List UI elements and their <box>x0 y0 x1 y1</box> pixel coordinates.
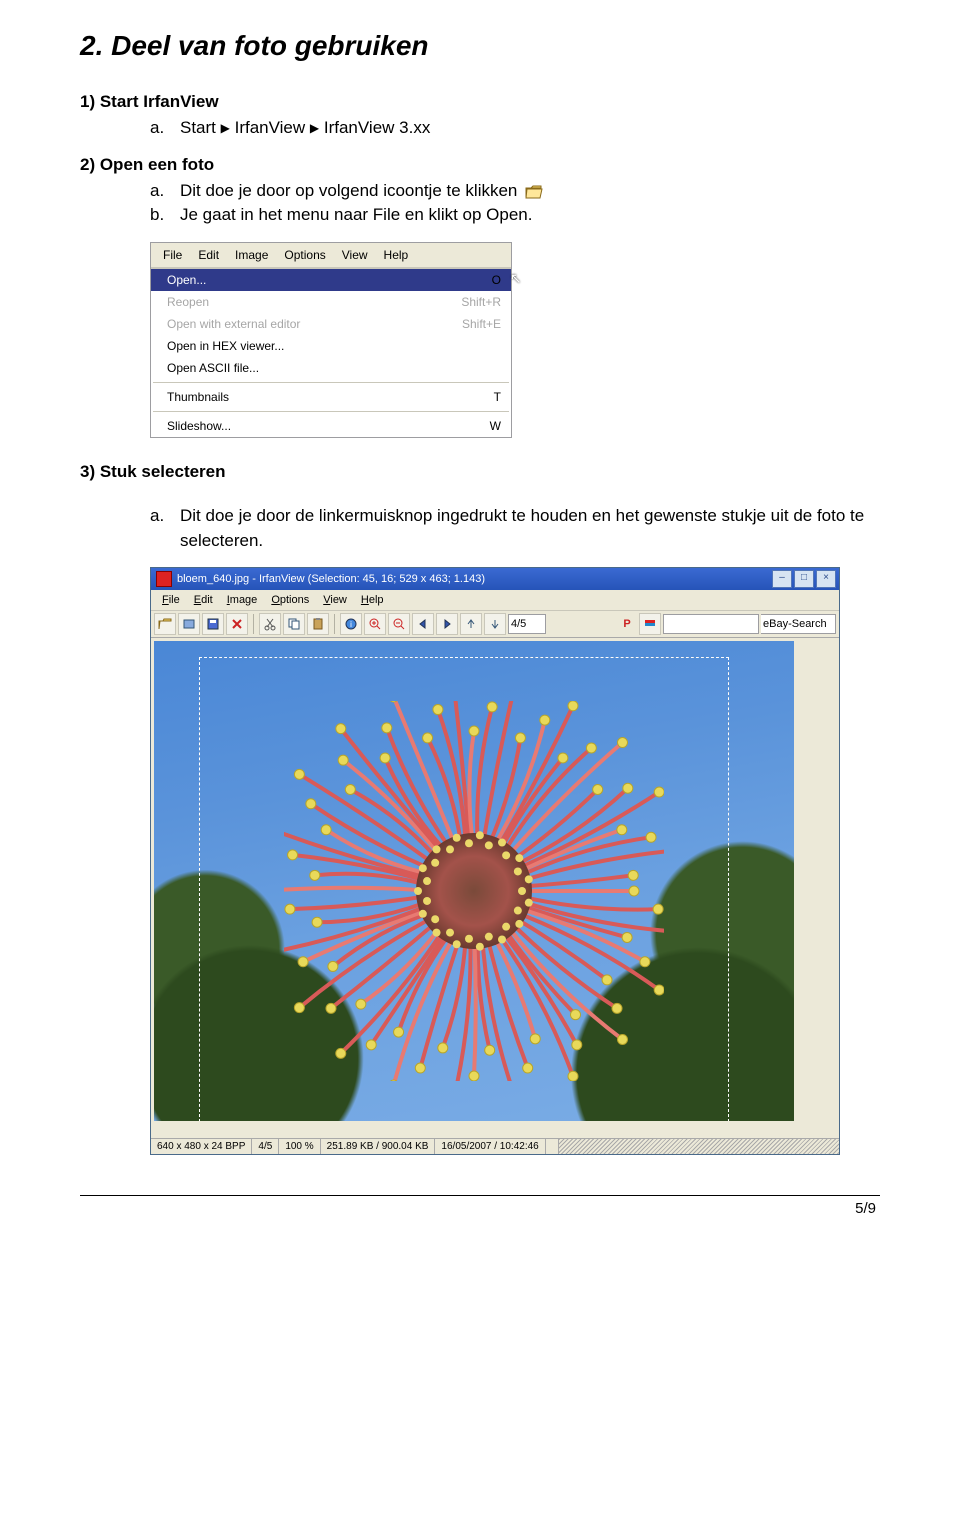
svg-text:i: i <box>350 620 352 629</box>
menu-item[interactable]: Open ASCII file... <box>151 357 511 379</box>
section-title: 2. Deel van foto gebruiken <box>80 30 880 62</box>
menu-item[interactable]: ThumbnailsT <box>151 386 511 408</box>
menu-item-label: Open... <box>167 273 480 287</box>
menu-item-shortcut: W <box>490 419 501 433</box>
menu-help[interactable]: Help <box>376 246 417 264</box>
menu-view[interactable]: View <box>334 246 376 264</box>
irfanview-window: bloem_640.jpg - IrfanView (Selection: 45… <box>150 567 840 1155</box>
step3-heading: 3) Stuk selecteren <box>80 462 880 482</box>
status-date: 16/05/2007 / 10:42:46 <box>435 1139 545 1154</box>
menu-item-label: Open with external editor <box>167 317 462 331</box>
copy-icon[interactable] <box>283 613 305 635</box>
menu-item-shortcut: O <box>492 273 501 287</box>
app-icon <box>156 571 172 587</box>
app-menu-help[interactable]: Help <box>354 592 391 608</box>
ebay-search-button[interactable]: eBay-Search <box>761 614 836 634</box>
menu-item-label: Thumbnails <box>167 390 494 404</box>
menu-item: ReopenShift+R <box>151 291 511 313</box>
window-title: bloem_640.jpg - IrfanView (Selection: 45… <box>177 573 772 585</box>
triangle-icon: ▶ <box>310 121 319 135</box>
step3-a-text: Dit doe je door de linkermuisknop ingedr… <box>180 504 880 553</box>
app-menu-view[interactable]: View <box>316 592 354 608</box>
prev-page-icon[interactable] <box>460 613 482 635</box>
file-menu-popup: Open...↖OReopenShift+ROpen with external… <box>151 268 511 437</box>
app-menu-image[interactable]: Image <box>220 592 265 608</box>
photo <box>154 641 794 1121</box>
status-size: 251.89 KB / 900.04 KB <box>321 1139 436 1154</box>
paste-icon[interactable] <box>307 613 329 635</box>
menu-image[interactable]: Image <box>227 246 276 264</box>
step2-a-label: a. <box>150 179 172 204</box>
info-icon[interactable]: i <box>340 613 362 635</box>
menu-item: Open with external editorShift+E <box>151 313 511 335</box>
zoom-in-icon[interactable] <box>364 613 386 635</box>
close-button[interactable]: × <box>816 570 836 588</box>
app-menu-edit[interactable]: Edit <box>187 592 220 608</box>
next-page-icon[interactable] <box>484 613 506 635</box>
step2-heading: 2) Open een foto <box>80 155 880 175</box>
status-page: 4/5 <box>252 1139 279 1154</box>
step2-b-text: Je gaat in het menu naar File en klikt o… <box>180 203 532 228</box>
status-zoom: 100 % <box>279 1139 320 1154</box>
app-menu-bar: File Edit Image Options View Help <box>151 590 839 611</box>
toolbar: i 4/5 P eBay-Search <box>151 611 839 638</box>
save-icon[interactable] <box>202 613 224 635</box>
p-button[interactable]: P <box>617 614 637 634</box>
minimize-button[interactable]: – <box>772 570 792 588</box>
page-footer: 5/9 <box>80 1195 880 1217</box>
cut-icon[interactable] <box>259 613 281 635</box>
file-menu-screenshot: File Edit Image Options View Help Open..… <box>150 242 512 438</box>
triangle-icon: ▶ <box>221 121 230 135</box>
flower-illustration <box>284 701 664 1081</box>
menu-item-label: Reopen <box>167 295 461 309</box>
zoom-out-icon[interactable] <box>388 613 410 635</box>
step2-a-text: Dit doe je door op volgend icoontje te k… <box>180 179 543 204</box>
next-icon[interactable] <box>436 613 458 635</box>
menu-options[interactable]: Options <box>276 246 333 264</box>
app-menu-options[interactable]: Options <box>264 592 316 608</box>
open-folder-icon <box>525 183 543 199</box>
maximize-button[interactable]: □ <box>794 570 814 588</box>
menu-item-label: Open in HEX viewer... <box>167 339 501 353</box>
menu-item-shortcut: Shift+E <box>462 317 501 331</box>
menu-edit[interactable]: Edit <box>190 246 227 264</box>
menu-item[interactable]: Open in HEX viewer... <box>151 335 511 357</box>
step2-b-label: b. <box>150 203 172 228</box>
flag-icon[interactable] <box>639 613 661 635</box>
prev-icon[interactable] <box>412 613 434 635</box>
menu-separator <box>153 411 509 412</box>
open-icon[interactable] <box>154 613 176 635</box>
delete-icon[interactable] <box>226 613 248 635</box>
step1-a-text: Start ▶ IrfanView ▶ IrfanView 3.xx <box>180 116 430 141</box>
menu-bar: File Edit Image Options View Help <box>151 243 511 268</box>
menu-item-shortcut: T <box>494 390 501 404</box>
menu-item-label: Slideshow... <box>167 419 490 433</box>
image-canvas[interactable] <box>151 638 839 1138</box>
menu-file[interactable]: File <box>155 246 190 264</box>
ebay-search-field[interactable] <box>663 614 759 634</box>
step1-a-label: a. <box>150 116 172 141</box>
status-dims: 640 x 480 x 24 BPP <box>151 1139 252 1154</box>
menu-item-shortcut: Shift+R <box>461 295 501 309</box>
menu-item-label: Open ASCII file... <box>167 361 501 375</box>
scan-icon[interactable] <box>178 613 200 635</box>
menu-item[interactable]: Open...↖O <box>151 269 511 291</box>
page-indicator[interactable]: 4/5 <box>508 614 546 634</box>
cursor-icon: ↖ <box>510 270 522 287</box>
title-bar: bloem_640.jpg - IrfanView (Selection: 45… <box>151 568 839 590</box>
menu-item[interactable]: Slideshow...W <box>151 415 511 437</box>
step1-heading: 1) Start IrfanView <box>80 92 880 112</box>
menu-separator <box>153 382 509 383</box>
status-bar: 640 x 480 x 24 BPP 4/5 100 % 251.89 KB /… <box>151 1138 839 1154</box>
step3-a-label: a. <box>150 504 172 553</box>
app-menu-file[interactable]: File <box>155 592 187 608</box>
resize-grip[interactable] <box>559 1139 839 1154</box>
